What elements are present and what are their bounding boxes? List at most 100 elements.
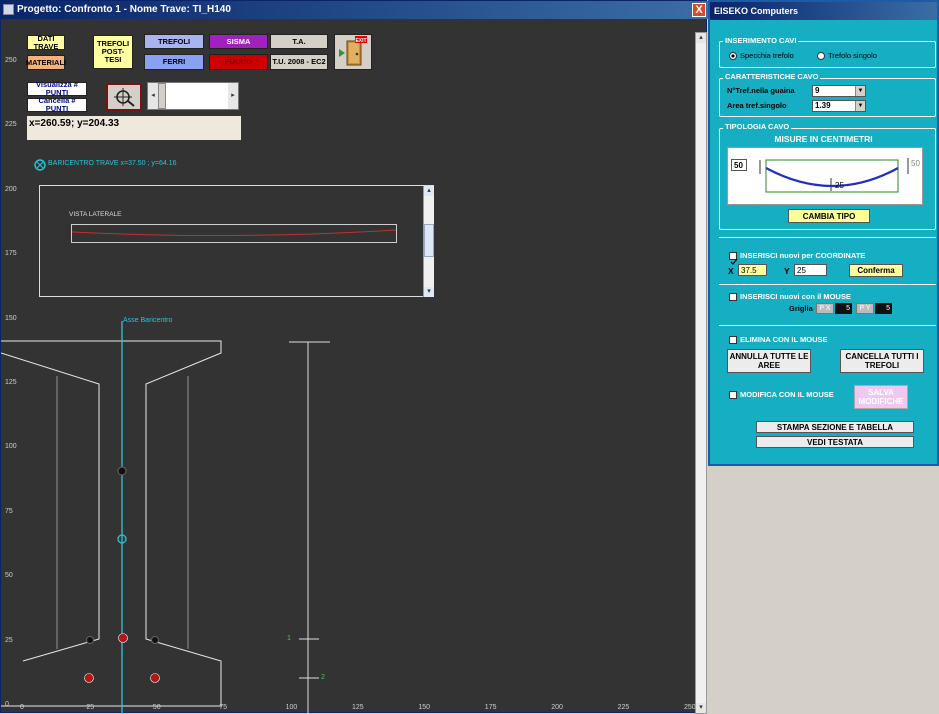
y-tick-label: 250	[5, 57, 17, 64]
dati-trave-button[interactable]: DATI TRAVE	[27, 34, 65, 50]
annulla-aree-button[interactable]: ANNULLA TUTTE LE AREE	[727, 349, 811, 373]
strand-marker	[118, 633, 128, 643]
scroll-down-icon[interactable]: ▾	[696, 703, 706, 713]
inserimento-cavi-label: INSERIMENTO CAVI	[723, 36, 799, 45]
vista-laterale-label: VISTA LATERALE	[69, 211, 122, 218]
visualizza-punti-button[interactable]: Visualizza # PUNTI	[27, 81, 87, 97]
tipologia-label: TIPOLOGIA CAVO	[723, 122, 792, 131]
materiali-button[interactable]: MATERIALI	[26, 55, 66, 70]
vista-scroll-down-icon[interactable]: ▾	[424, 287, 434, 297]
main-titlebar: Progetto: Confronto 1 - Nome Trave: TI_H…	[1, 1, 708, 19]
panel-titlebar: EISEKO Computers	[710, 2, 937, 20]
point-marker	[86, 636, 94, 644]
window-title: Progetto: Confronto 1 - Nome Trave: TI_H…	[17, 4, 231, 15]
vista-scroll-up-icon[interactable]: ▴	[424, 186, 434, 196]
exit-door-icon: EXIT	[339, 36, 367, 66]
y-coordinate-input[interactable]: 25	[794, 264, 827, 276]
point-marker	[151, 636, 159, 644]
area-tref-value: 1.39	[815, 101, 831, 110]
cable-profile-diagram: 50 50 25	[727, 147, 923, 205]
area-tref-label: Area tref.singolo	[727, 101, 787, 110]
chevron-down-icon: ▼	[855, 86, 865, 96]
scroll-up-icon[interactable]: ▴	[696, 33, 706, 43]
main-window: Progetto: Confronto 1 - Nome Trave: TI_H…	[0, 0, 708, 714]
strand-marker	[150, 673, 160, 683]
radio-trefolo-singolo-label: Trefolo singolo	[828, 51, 877, 60]
area-tref-select[interactable]: 1.39 ▼	[812, 100, 866, 112]
caratteristiche-label: CARATTERISTICHE CAVO	[723, 72, 821, 81]
modifica-checkbox[interactable]	[729, 391, 737, 399]
radio-trefolo-singolo[interactable]	[817, 52, 825, 60]
app-icon	[3, 4, 14, 15]
scroll-right-icon[interactable]: ▸	[228, 83, 238, 109]
cancella-trefoli-button[interactable]: CANCELLA TUTTI I TREFOLI	[840, 349, 924, 373]
modifica-label: MODIFICA CON IL MOUSE	[740, 390, 834, 399]
x-label: X	[728, 266, 734, 276]
close-button[interactable]: X	[692, 3, 706, 17]
griglia-label: Griglia	[789, 304, 813, 313]
n-tref-select[interactable]: 9 ▼	[812, 85, 866, 97]
cambia-tipo-button[interactable]: CAMBIA TIPO	[788, 209, 870, 223]
side-view-cable	[71, 229, 397, 237]
coords-readout: x=260.59; y=204.33	[27, 116, 241, 140]
vista-scroll-thumb[interactable]	[424, 224, 434, 257]
vista-laterale-panel: VISTA LATERALE ▴ ▾	[39, 185, 434, 297]
n-tref-value: 9	[815, 86, 820, 95]
baricentro-icon	[34, 159, 46, 171]
vista-scrollbar[interactable]: ▴ ▾	[423, 186, 434, 297]
divider	[719, 237, 936, 238]
coord-insert-checkbox[interactable]	[729, 252, 738, 265]
n-tref-label: N°Tref.nella guaina	[727, 86, 795, 95]
px-input[interactable]: 5	[835, 303, 852, 314]
mouse-insert-checkbox[interactable]	[729, 293, 737, 301]
divider	[719, 325, 936, 326]
sisma-button[interactable]: SISMA	[209, 34, 268, 49]
fuoco-button[interactable]: FUOCO	[209, 54, 268, 70]
coord-insert-label: INSERISCI nuovi per COORDINATE	[740, 251, 866, 260]
py-input[interactable]: 5	[875, 303, 892, 314]
y-tick-label: 175	[5, 250, 17, 258]
conferma-button[interactable]: Conferma	[849, 264, 903, 277]
x-coordinate-input[interactable]: 37.5	[738, 264, 767, 276]
horizontal-scrollbar[interactable]: ◂ ▸	[147, 82, 239, 110]
point-marker	[117, 466, 127, 476]
zoom-button[interactable]	[106, 83, 142, 111]
stampa-button[interactable]: STAMPA SEZIONE E TABELLA	[756, 421, 914, 433]
exit-sign-text: EXIT	[355, 38, 366, 44]
divider	[719, 284, 936, 285]
y-tick-label: 200	[5, 185, 17, 193]
trefoli-post-tesi-button[interactable]: TREFOLI POST-TESI	[93, 35, 133, 69]
elimina-checkbox[interactable]	[729, 336, 737, 344]
chevron-down-icon: ▼	[855, 101, 865, 111]
vedi-testata-button[interactable]: VEDI TESTATA	[756, 436, 914, 448]
y-tick-label: 225	[5, 121, 17, 129]
cancella-punti-button[interactable]: Cancella # PUNTI	[27, 97, 87, 113]
radio-specchia[interactable]	[729, 52, 737, 60]
scroll-thumb[interactable]	[158, 83, 166, 109]
cross-section-canvas	[1, 321, 330, 714]
asse-baricentro-label: Asse Baricentro	[123, 317, 173, 324]
strand-marker	[84, 673, 94, 683]
eiseko-panel: EISEKO Computers INSERIMENTO CAVI Specch…	[708, 0, 939, 466]
tu-2008-ec2-button[interactable]: T.U. 2008 - EC2	[270, 54, 328, 70]
misure-label: MISURE IN CENTIMETRI	[774, 134, 873, 144]
baricentro-label: BARICENTRO TRAVE x=37.50 ; y=64.16	[48, 160, 177, 167]
strand-marker-2-label: 2	[321, 674, 325, 681]
trefoli-button[interactable]: TREFOLI	[144, 34, 204, 49]
beam-outline-left	[1, 352, 100, 662]
vertical-scrollbar[interactable]: ▴ ▾	[695, 32, 707, 714]
ferri-button[interactable]: FERRI	[144, 54, 204, 70]
ta-button[interactable]: T.A.	[270, 34, 328, 49]
checkmark-icon	[730, 258, 738, 265]
salva-modifiche-button[interactable]: SALVA MODIFICHE	[854, 385, 908, 409]
mouse-insert-label: INSERISCI nuovi con il MOUSE	[740, 292, 851, 301]
py-label: P Y	[856, 303, 874, 314]
elimina-label: ELIMINA CON IL MOUSE	[740, 335, 828, 344]
strand-marker-1-label: 1	[287, 635, 291, 642]
px-label: P X	[816, 303, 834, 314]
exit-button[interactable]: EXIT	[334, 34, 372, 70]
y-label: Y	[784, 266, 790, 276]
scroll-left-icon[interactable]: ◂	[148, 83, 158, 109]
radio-specchia-label: Specchia trefolo	[740, 51, 794, 60]
left-height-value[interactable]: 50	[731, 159, 747, 171]
